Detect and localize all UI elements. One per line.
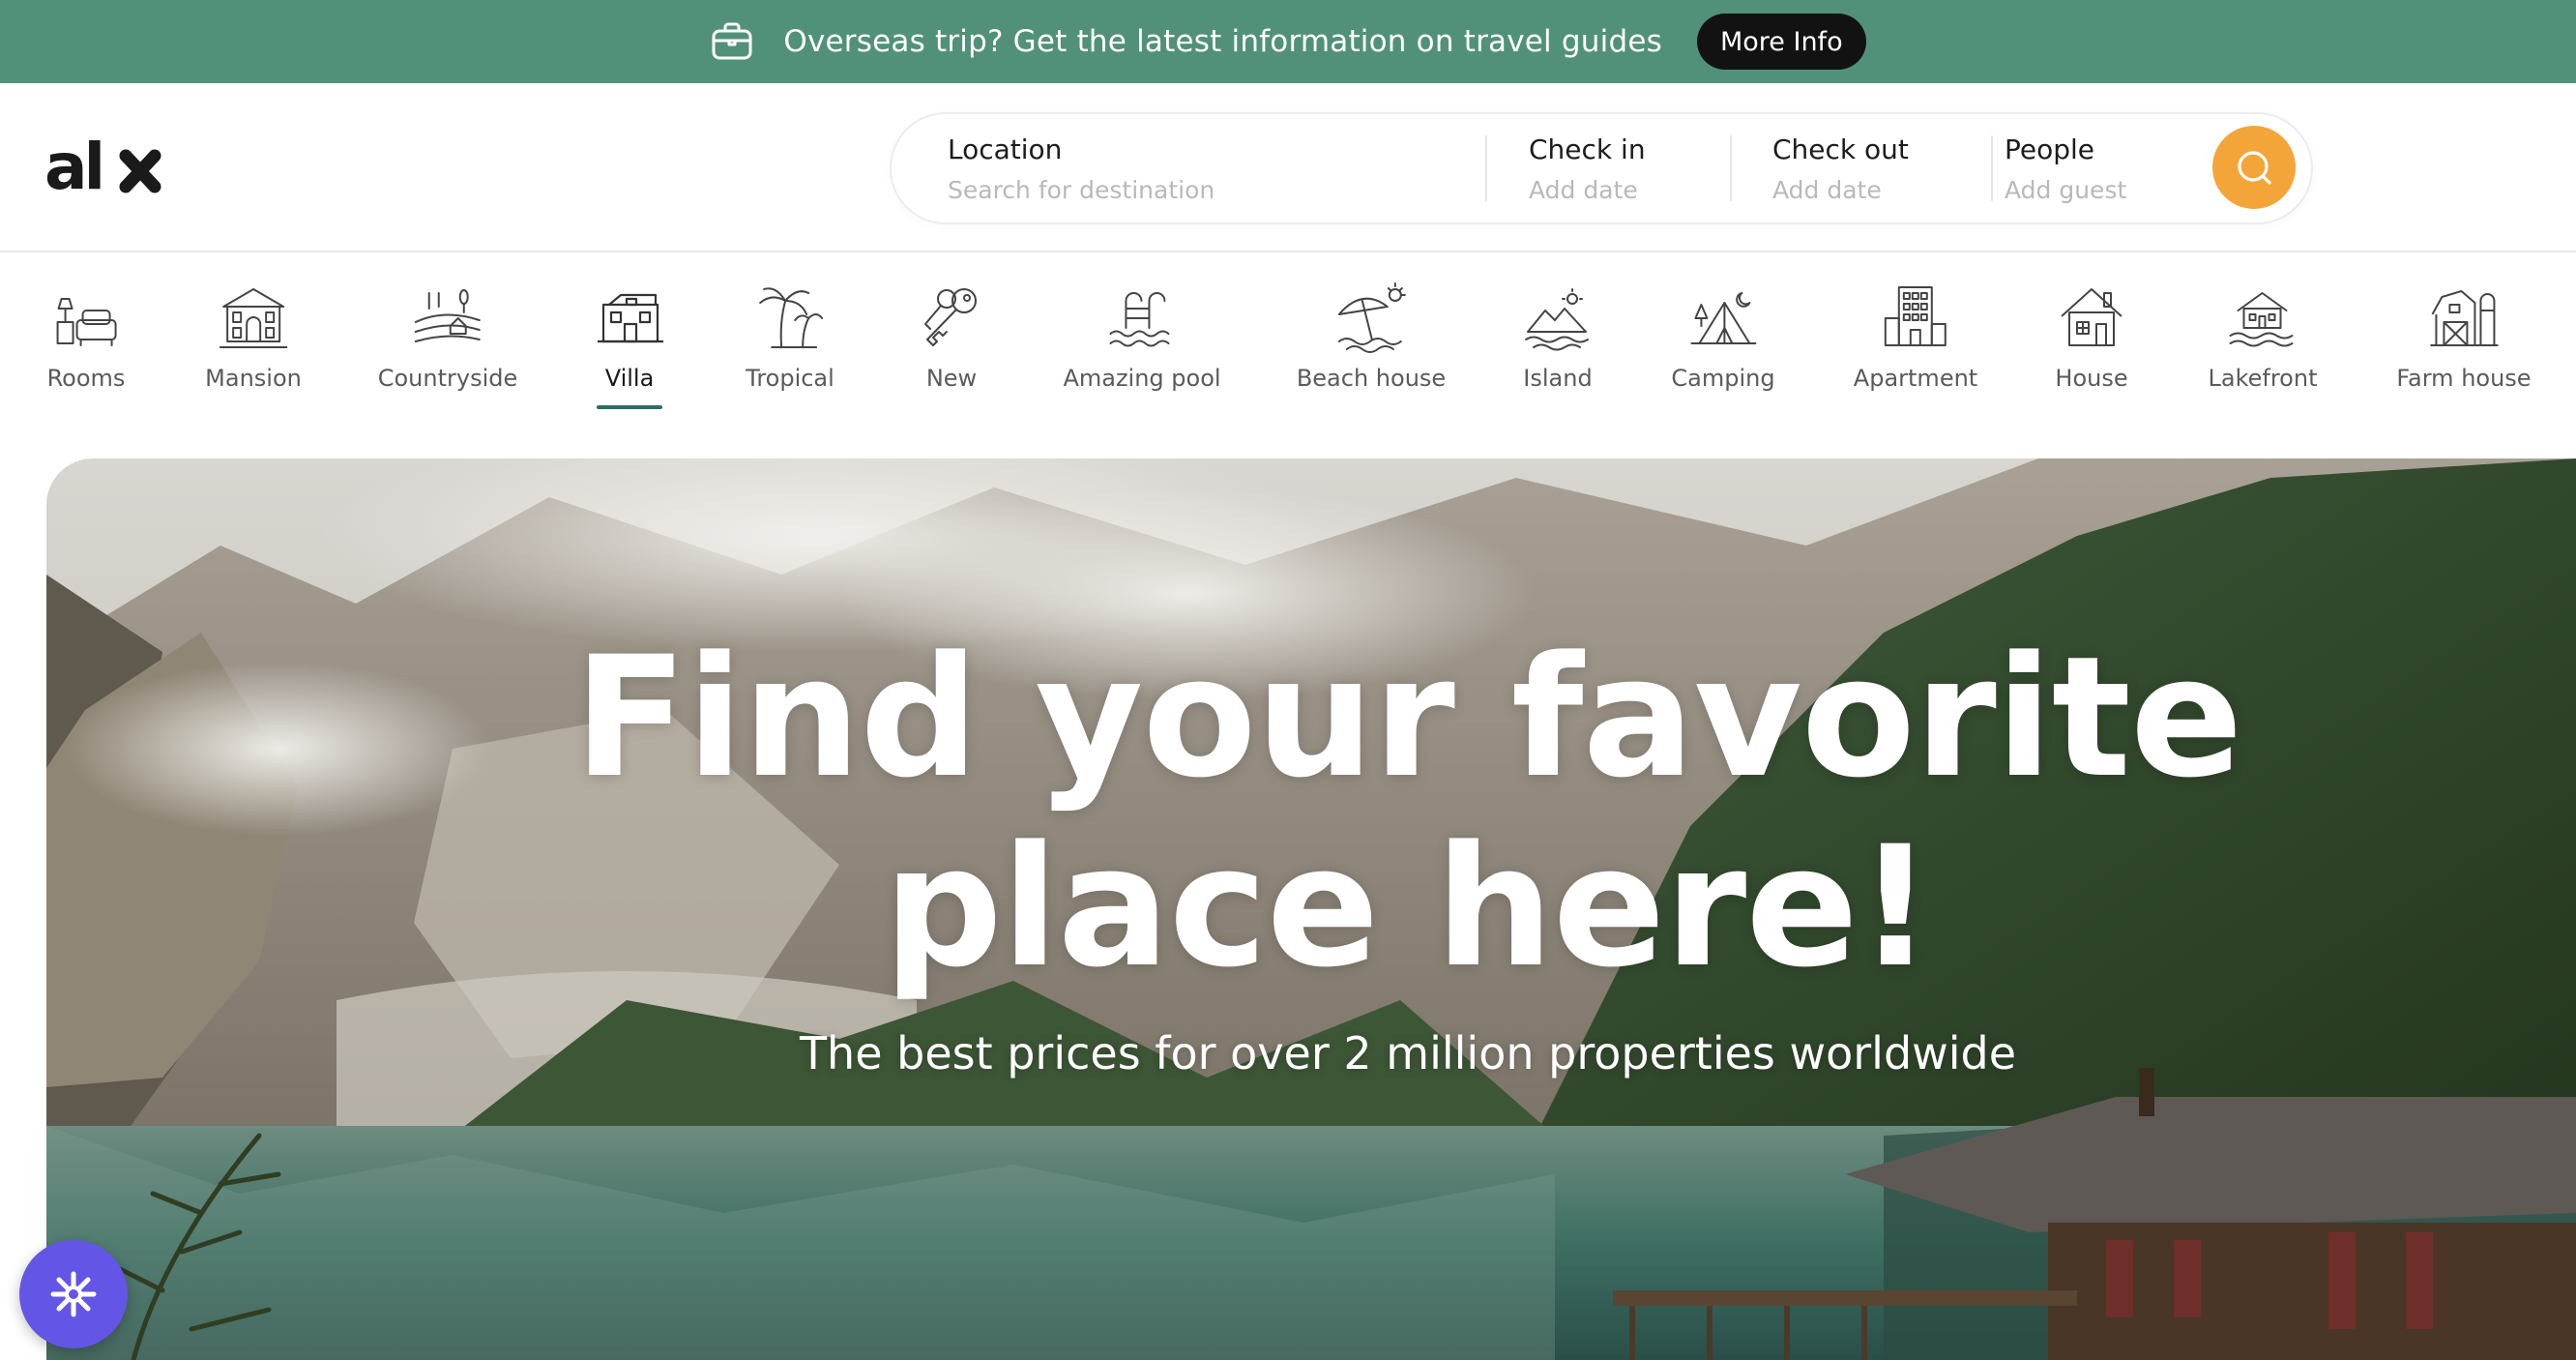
category-label: New <box>925 365 978 392</box>
house-icon <box>2061 288 2122 346</box>
location-field[interactable]: Location <box>948 114 1450 222</box>
beach-umbrella-icon <box>1337 282 1406 353</box>
check-in-input[interactable] <box>1529 176 1732 204</box>
barn-icon <box>2429 290 2498 346</box>
category-label: Amazing pool <box>1063 365 1221 392</box>
location-label: Location <box>948 133 1063 165</box>
category-amazing-pool[interactable]: Amazing pool <box>1063 254 1221 419</box>
mansion-icon <box>219 288 287 348</box>
category-villa[interactable]: Villa <box>592 254 667 419</box>
search-bar: Location Check in Check out People <box>890 112 2313 224</box>
asterisk-icon <box>50 1271 97 1317</box>
promo-banner-text: Overseas trip? Get the latest informatio… <box>783 24 1662 59</box>
category-rooms[interactable]: Rooms <box>46 254 126 419</box>
more-info-button[interactable]: More Info <box>1696 14 1866 70</box>
category-label: House <box>2055 365 2128 392</box>
lakefront-icon <box>2229 292 2294 347</box>
active-category-indicator <box>597 405 662 409</box>
villa-icon <box>598 293 663 343</box>
rooms-icon <box>56 298 117 346</box>
category-label: Tropical <box>746 365 834 392</box>
location-input[interactable] <box>948 176 1450 204</box>
category-bar: Rooms Mansion Countryside Villa Tropical… <box>0 254 2576 424</box>
category-label: Island <box>1523 365 1593 392</box>
hero-subtitle: The best prices for over 2 million prope… <box>799 1027 2017 1079</box>
accessibility-widget-button[interactable] <box>19 1240 128 1348</box>
keys-icon <box>924 288 977 346</box>
site-header: al Location Check in Check out People <box>0 83 2576 252</box>
category-beach-house[interactable]: Beach house <box>1297 254 1446 419</box>
category-camping[interactable]: Camping <box>1671 254 1775 419</box>
category-label: Villa <box>604 365 655 392</box>
category-tropical[interactable]: Tropical <box>746 254 834 419</box>
hero-title: Find your favorite place here! <box>46 623 2576 1002</box>
suitcase-icon <box>710 19 754 64</box>
category-label: Lakefront <box>2208 365 2318 392</box>
island-icon <box>1525 288 1589 351</box>
hero-title-line-1: Find your favorite <box>573 620 2242 814</box>
check-out-input[interactable] <box>1772 176 1985 204</box>
category-label: Rooms <box>46 365 126 392</box>
check-out-label: Check out <box>1772 133 1909 165</box>
category-label: Mansion <box>205 365 302 392</box>
people-label: People <box>2005 133 2095 165</box>
search-button[interactable] <box>2212 126 2296 209</box>
apartment-icon <box>1885 286 1947 346</box>
category-label: Beach house <box>1296 365 1447 392</box>
category-farm-house[interactable]: Farm house <box>2396 254 2532 419</box>
tent-icon <box>1689 292 1756 344</box>
check-in-label: Check in <box>1529 133 1646 165</box>
category-label: Apartment <box>1853 365 1978 392</box>
hero-title-line-2: place here! <box>883 810 1934 1004</box>
category-mansion[interactable]: Mansion <box>205 254 302 419</box>
promo-banner-content: Overseas trip? Get the latest informatio… <box>710 14 1866 70</box>
svg-text:al: al <box>44 138 102 198</box>
promo-banner: Overseas trip? Get the latest informatio… <box>0 0 2576 83</box>
check-in-field[interactable]: Check in <box>1529 114 1732 222</box>
category-apartment[interactable]: Apartment <box>1854 254 1977 419</box>
alx-logo[interactable]: al <box>44 138 164 198</box>
category-label: Countryside <box>377 365 518 392</box>
people-input[interactable] <box>2005 176 2198 204</box>
hero-banner: Find your favorite place here! The best … <box>46 458 2576 1360</box>
category-house[interactable]: House <box>2054 254 2129 419</box>
pool-icon <box>1109 292 1169 347</box>
search-divider <box>1730 135 1732 201</box>
search-divider <box>1485 135 1487 201</box>
people-field[interactable]: People <box>2005 114 2198 222</box>
category-label: Camping <box>1671 365 1775 392</box>
countryside-icon <box>414 289 481 342</box>
category-lakefront[interactable]: Lakefront <box>2208 254 2318 419</box>
search-icon <box>2238 151 2271 185</box>
check-out-field[interactable]: Check out <box>1772 114 1985 222</box>
search-divider <box>1991 135 1993 201</box>
category-label: Farm house <box>2396 365 2532 392</box>
category-new[interactable]: New <box>914 254 989 419</box>
category-countryside[interactable]: Countryside <box>377 254 518 419</box>
palm-tree-icon <box>758 287 823 348</box>
category-island[interactable]: Island <box>1520 254 1595 419</box>
